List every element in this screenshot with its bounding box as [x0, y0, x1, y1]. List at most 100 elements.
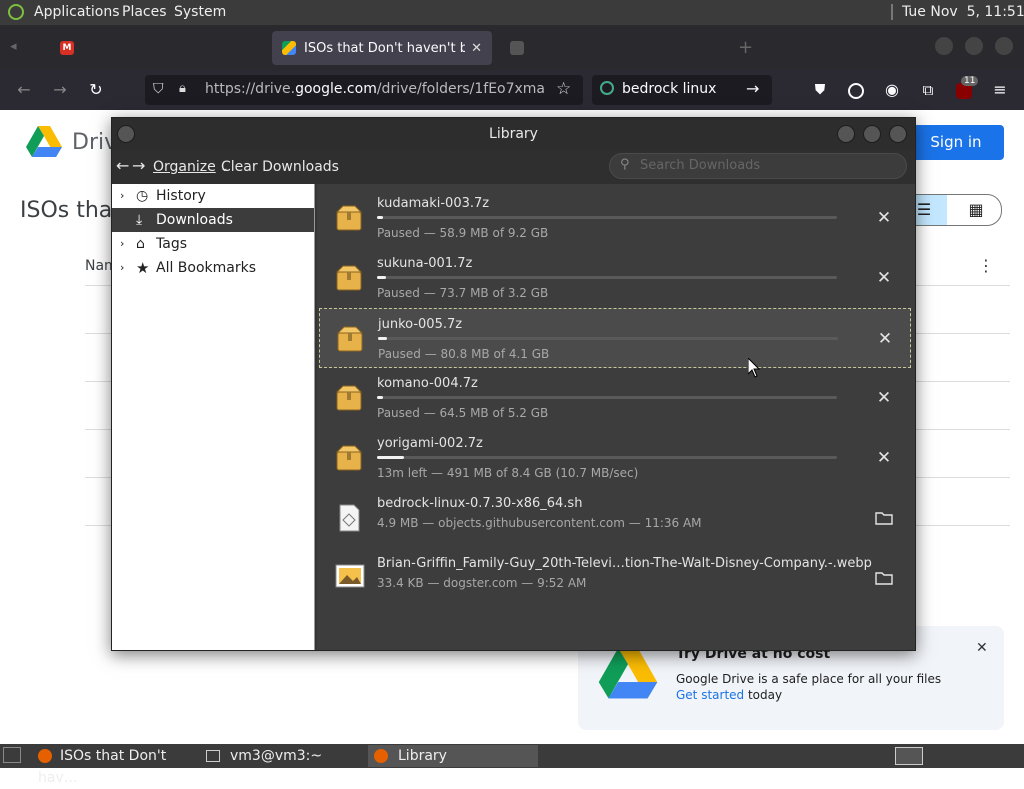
gmail-favicon-icon: M — [60, 41, 74, 55]
circle-extension-icon[interactable] — [844, 78, 868, 102]
library-close-icon[interactable] — [889, 125, 907, 143]
sidebar-item-all-bookmarks[interactable]: › ★ All Bookmarks — [112, 256, 314, 280]
download-status: 4.9 MB — objects.githubusercontent.com —… — [377, 516, 702, 530]
download-status: Paused — 64.5 MB of 5.2 GB — [377, 406, 549, 420]
url-bar[interactable]: ⛉ 🔒︎ https://drive.google.com/drive/fold… — [145, 75, 583, 105]
download-row[interactable]: sukuna-001.7z Paused — 73.7 MB of 3.2 GB ✕ — [319, 248, 911, 308]
drive-promo-logo-icon — [598, 648, 658, 700]
cancel-download-icon[interactable]: ✕ — [874, 448, 894, 468]
library-maximize-icon[interactable] — [863, 125, 881, 143]
minimize-window-icon[interactable] — [935, 37, 953, 55]
library-back-arrow-icon[interactable]: ← — [116, 156, 129, 175]
cancel-download-icon[interactable]: ✕ — [874, 268, 894, 288]
clock[interactable]: Tue Nov 5, 11:51 AM — [902, 4, 1024, 20]
cancel-download-icon[interactable]: ✕ — [874, 208, 894, 228]
bookmark-star-icon[interactable]: ☆ — [556, 79, 571, 99]
cancel-download-icon[interactable]: ✕ — [875, 329, 895, 349]
applications-menu[interactable]: Applications — [34, 4, 120, 20]
app-menu-icon[interactable]: ≡ — [988, 78, 1012, 102]
google-drive-logo-icon[interactable] — [26, 126, 62, 158]
archive-file-icon — [336, 325, 364, 353]
download-row[interactable]: bedrock-linux-0.7.30-x86_64.sh 4.9 MB — o… — [319, 488, 911, 548]
download-progress-bar — [377, 216, 837, 219]
promo-body: Google Drive is a safe place for all you… — [676, 672, 942, 686]
library-forward-arrow-icon[interactable]: → — [132, 156, 145, 175]
script-file-icon — [335, 504, 363, 532]
organize-menu-button[interactable]: Organize ⌄ — [153, 159, 229, 175]
workspace-switcher-icon[interactable] — [895, 747, 923, 765]
search-input[interactable]: bedrock linux — [622, 81, 716, 97]
taskbar-item-library[interactable]: Library — [368, 745, 538, 767]
tab-gmail[interactable]: M — [50, 31, 250, 65]
more-options-icon[interactable]: ⋮ — [978, 256, 994, 275]
download-filename: bedrock-linux-0.7.30-x86_64.sh — [377, 496, 583, 511]
download-row[interactable]: kudamaki-003.7z Paused — 58.9 MB of 9.2 G… — [319, 188, 911, 248]
places-menu[interactable]: Places — [122, 4, 167, 20]
tab-isos[interactable]: ISOs that Don't haven't bee ✕ — [272, 31, 492, 65]
chevron-right-icon[interactable]: › — [120, 232, 124, 256]
download-row[interactable]: yorigami-002.7z 13m left — 491 MB of 8.4 … — [319, 428, 911, 488]
close-window-icon[interactable] — [995, 37, 1013, 55]
library-title: Library — [489, 126, 538, 142]
download-row[interactable]: Brian-Griffin_Family-Guy_20th-Televi…tio… — [319, 548, 911, 608]
account-icon[interactable]: ◉ — [880, 78, 904, 102]
download-filename: kudamaki-003.7z — [377, 196, 490, 211]
url-text: https://drive.google.com/drive/folders/1… — [205, 81, 545, 97]
sidebar-item-history[interactable]: › ◷ History — [112, 184, 314, 208]
close-promo-icon[interactable]: ✕ — [976, 640, 988, 656]
sidebar-item-tags[interactable]: › ⌂ Tags — [112, 232, 314, 256]
reload-icon[interactable]: ↻ — [84, 78, 108, 102]
back-arrow-icon[interactable]: ← — [12, 78, 36, 102]
taskbar-item-terminal[interactable]: vm3@vm3:~ — [200, 745, 366, 767]
cancel-download-icon[interactable]: ✕ — [874, 388, 894, 408]
tab-scroll-icon[interactable]: ◂ — [10, 39, 26, 55]
download-row[interactable]: junko-005.7z Paused — 80.8 MB of 4.1 GB ✕ — [319, 308, 911, 368]
download-progress-fill — [378, 337, 388, 340]
download-status: 33.4 KB — dogster.com — 9:52 AM — [377, 576, 587, 590]
open-folder-icon[interactable] — [874, 508, 894, 528]
open-folder-icon[interactable] — [874, 568, 894, 588]
lock-icon[interactable]: 🔒︎ — [179, 81, 186, 96]
search-go-arrow-icon[interactable]: → — [746, 79, 759, 98]
taskbar-item-browser[interactable]: ISOs that Don't hav… — [32, 745, 198, 786]
sidebar-item-downloads[interactable]: ⤓ Downloads — [112, 208, 314, 232]
clear-downloads-button[interactable]: Clear Downloads — [221, 159, 339, 175]
chevron-right-icon[interactable]: › — [120, 184, 124, 208]
library-titlebar[interactable]: Library — [112, 118, 915, 150]
extensions-puzzle-icon[interactable]: ⧉ — [916, 78, 940, 102]
close-tab-icon[interactable]: ✕ — [471, 41, 482, 56]
download-progress-bar — [377, 396, 837, 399]
search-downloads-field[interactable]: ⚲ Search Downloads — [609, 153, 907, 179]
system-menu[interactable]: System — [174, 4, 226, 20]
distro-logo-icon[interactable] — [8, 4, 24, 20]
search-bar[interactable]: bedrock linux → — [592, 75, 772, 105]
navigation-bar: ← → ↻ ⛉ 🔒︎ https://drive.google.com/driv… — [0, 70, 1024, 110]
library-sidebar: › ◷ History ⤓ Downloads › ⌂ Tags › ★ All… — [112, 184, 315, 650]
download-progress-fill — [377, 216, 383, 219]
download-row[interactable]: komano-004.7z Paused — 64.5 MB of 5.2 GB ✕ — [319, 368, 911, 428]
sign-in-button[interactable]: Sign in — [908, 125, 1004, 160]
downloads-list: kudamaki-003.7z Paused — 58.9 MB of 9.2 G… — [317, 184, 915, 650]
forward-arrow-icon[interactable]: → — [48, 78, 72, 102]
browser-tab-bar: ◂ M ISOs that Don't haven't bee ✕ + — [0, 25, 1024, 70]
download-filename: yorigami-002.7z — [377, 436, 483, 451]
new-tab-icon[interactable]: + — [738, 37, 753, 58]
mouse-cursor-icon — [747, 356, 761, 382]
maximize-window-icon[interactable] — [965, 37, 983, 55]
tab-other[interactable] — [500, 31, 730, 65]
pocket-icon[interactable]: ⛊ — [808, 78, 832, 102]
download-filename: sukuna-001.7z — [377, 256, 473, 271]
get-started-link[interactable]: Get started — [676, 688, 744, 702]
window-menu-icon[interactable] — [117, 125, 135, 143]
show-desktop-icon[interactable] — [3, 747, 21, 763]
firefox-icon — [38, 749, 52, 763]
folder-title: ISOs that — [20, 198, 121, 223]
search-downloads-placeholder: Search Downloads — [640, 158, 761, 173]
download-progress-fill — [377, 276, 387, 279]
chevron-right-icon[interactable]: › — [120, 256, 124, 280]
search-engine-icon[interactable] — [600, 81, 614, 95]
download-status: Paused — 58.9 MB of 9.2 GB — [377, 226, 549, 240]
grid-view-icon[interactable]: ▦ — [951, 195, 1001, 225]
tracking-protection-shield-icon[interactable]: ⛉ — [153, 81, 164, 97]
library-minimize-icon[interactable] — [837, 125, 855, 143]
